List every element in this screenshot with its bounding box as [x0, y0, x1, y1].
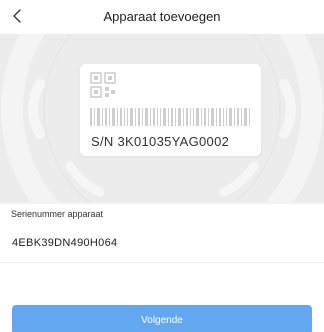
section-divider [0, 202, 324, 204]
serial-number-text: S/N 3K01035YAG0002 [91, 134, 230, 149]
serial-number-label-card: S/N 3K01035YAG0002 [80, 64, 261, 156]
qr-code-icon [90, 72, 116, 98]
input-underline [0, 262, 324, 263]
page-title: Apparaat toevoegen [103, 9, 221, 24]
device-illustration: S/N 3K01035YAG0002 [0, 34, 324, 202]
next-button[interactable]: Volgende [12, 305, 312, 332]
barcode-icon [90, 108, 250, 126]
top-bar: Apparaat toevoegen [0, 0, 324, 34]
serial-number-label: Serienummer apparaat [11, 209, 104, 219]
serial-number-input[interactable] [12, 237, 302, 249]
